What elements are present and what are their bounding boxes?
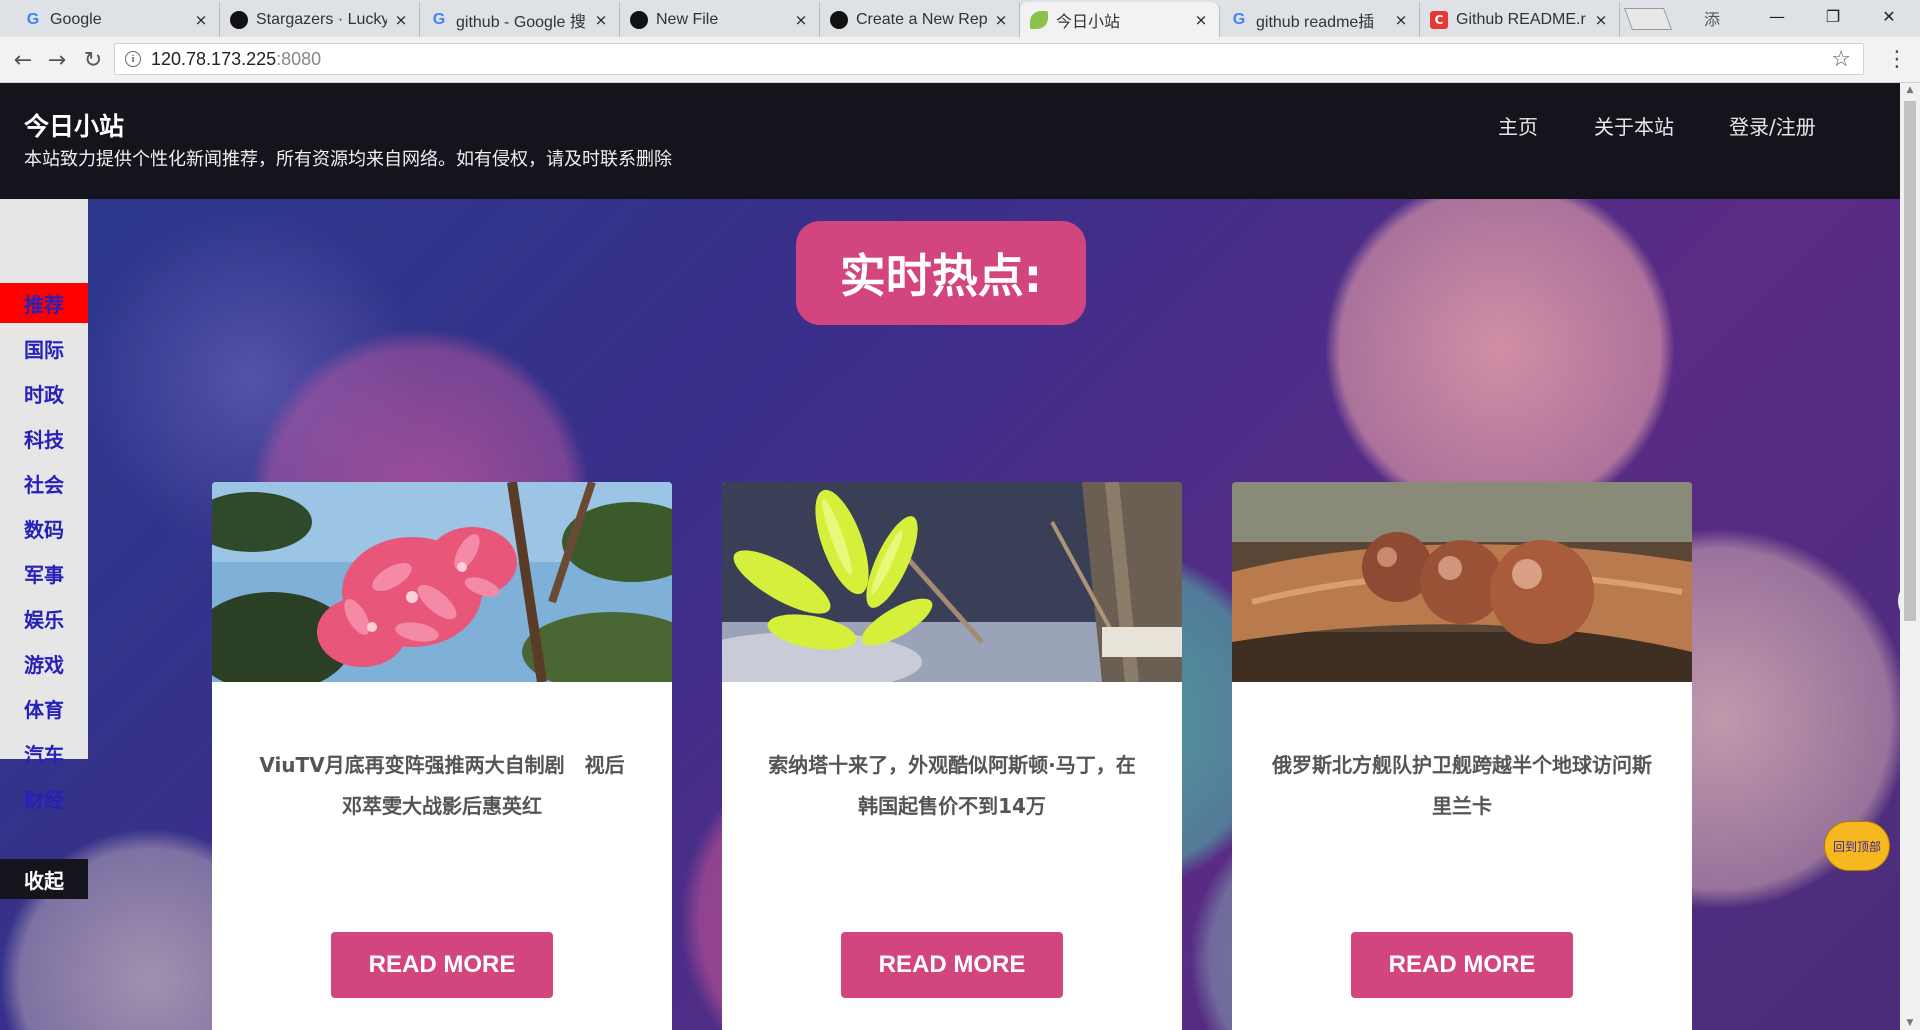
forward-arrow-icon[interactable]: → <box>42 45 72 75</box>
nav-login-link[interactable]: 登录/注册 <box>1729 111 1816 140</box>
news-card: ViuTV月底再变阵强推两大自制剧 视后邓萃雯大战影后惠英红 READ MORE <box>212 482 672 1030</box>
browser-tab[interactable]: G github readme插 × <box>1220 2 1420 37</box>
address-bar[interactable]: i 120.78.173.225 :8080 ☆ <box>114 43 1864 75</box>
pink-flower-photo[interactable] <box>212 482 672 682</box>
nav-about-link[interactable]: 关于本站 <box>1594 111 1674 140</box>
browser-tab[interactable]: Create a New Rep × <box>820 2 1020 37</box>
read-more-button[interactable]: READ MORE <box>841 932 1063 998</box>
news-card-title[interactable]: 索纳塔十来了，外观酷似阿斯顿·马丁，在韩国起售价不到14万 <box>762 745 1142 827</box>
browser-tab[interactable]: New File × <box>620 2 820 37</box>
address-host: 120.78.173.225 <box>151 48 277 69</box>
tab-title: 今日小站 <box>1056 13 1121 31</box>
read-more-button[interactable]: READ MORE <box>1351 932 1573 998</box>
category-item-entertainment[interactable]: 娱乐 <box>0 598 88 638</box>
scrollbar-thumb[interactable] <box>1904 101 1916 621</box>
tab-title: github - Google 搜 <box>456 13 586 31</box>
scroll-down-arrow-icon[interactable]: ▼ <box>1904 1018 1916 1028</box>
browser-toolbar: ← → ↻ i 120.78.173.225 :8080 ☆ ⋮ <box>0 37 1920 83</box>
category-item-finance[interactable]: 财经 <box>0 778 88 818</box>
browser-tab[interactable]: G github - Google 搜 × <box>420 2 620 37</box>
close-icon[interactable]: × <box>793 11 809 29</box>
browser-tab-bar: G Google × Stargazers · Lucky × G github… <box>0 0 1920 37</box>
csdn-icon: C <box>1430 10 1448 29</box>
browser-tab-active[interactable]: 今日小站 × <box>1020 2 1220 37</box>
tab-title: Google <box>50 10 102 28</box>
github-icon <box>630 10 648 29</box>
site-description: 本站致力提供个性化新闻推荐，所有资源均来自网络。如有侵权，请及时联系删除 <box>24 149 672 170</box>
news-card-title[interactable]: 俄罗斯北方舰队护卫舰跨越半个地球访问斯里兰卡 <box>1272 745 1652 827</box>
category-sidebar: 推荐 国际 时政 科技 社会 数码 军事 娱乐 游戏 体育 汽车 财经 <box>0 199 88 812</box>
site-header: 今日小站 本站致力提供个性化新闻推荐，所有资源均来自网络。如有侵权，请及时联系删… <box>0 83 1900 199</box>
close-icon[interactable]: × <box>193 11 209 29</box>
page-scrollbar[interactable]: ▲ ▼ <box>1900 83 1920 1030</box>
browser-tab[interactable]: G Google × <box>14 2 220 37</box>
close-icon[interactable]: × <box>993 11 1009 29</box>
maximize-icon[interactable]: ❐ <box>1808 0 1858 32</box>
google-icon: G <box>1232 10 1246 28</box>
category-item-politics[interactable]: 时政 <box>0 373 88 413</box>
hot-topics-heading: 实时热点: <box>796 221 1086 325</box>
google-icon: G <box>26 10 40 28</box>
close-icon[interactable]: × <box>393 11 409 29</box>
browser-tab[interactable]: C Github README.r × <box>1420 2 1620 37</box>
tab-title: github readme插 <box>1256 13 1375 31</box>
close-icon[interactable]: × <box>1193 11 1209 29</box>
close-icon[interactable]: × <box>593 11 609 29</box>
github-icon <box>230 10 248 29</box>
tab-title: New File <box>656 10 719 28</box>
address-port: :8080 <box>276 48 322 69</box>
category-item-games[interactable]: 游戏 <box>0 643 88 683</box>
close-icon[interactable]: × <box>1593 11 1609 29</box>
category-item-society[interactable]: 社会 <box>0 463 88 503</box>
page-viewport: 今日小站 本站致力提供个性化新闻推荐，所有资源均来自网络。如有侵权，请及时联系删… <box>0 83 1900 1030</box>
profile-button[interactable]: 添 <box>1704 6 1720 30</box>
tab-title: Github README.r <box>1456 10 1586 28</box>
category-item-auto[interactable]: 汽车 <box>0 733 88 773</box>
info-icon[interactable]: i <box>125 51 141 67</box>
news-card: 索纳塔十来了，外观酷似阿斯顿·马丁，在韩国起售价不到14万 READ MORE <box>722 482 1182 1030</box>
leaf-icon <box>1030 10 1048 29</box>
google-icon: G <box>432 10 446 28</box>
category-item-international[interactable]: 国际 <box>0 328 88 368</box>
site-title: 今日小站 <box>24 112 125 141</box>
close-window-icon[interactable]: ✕ <box>1864 0 1914 32</box>
news-card: 俄罗斯北方舰队护卫舰跨越半个地球访问斯里兰卡 READ MORE <box>1232 482 1692 1030</box>
category-item-sports[interactable]: 体育 <box>0 688 88 728</box>
category-item-military[interactable]: 军事 <box>0 553 88 593</box>
category-item-digital[interactable]: 数码 <box>0 508 88 548</box>
category-item-tech[interactable]: 科技 <box>0 418 88 458</box>
minimize-icon[interactable]: — <box>1752 0 1802 32</box>
reload-icon[interactable]: ↻ <box>78 45 108 75</box>
back-arrow-icon[interactable]: ← <box>8 45 38 75</box>
category-item-recommend[interactable]: 推荐 <box>0 283 88 323</box>
browser-tab[interactable]: Stargazers · Lucky × <box>220 2 420 37</box>
close-icon[interactable]: × <box>1393 11 1409 29</box>
news-card-title[interactable]: ViuTV月底再变阵强推两大自制剧 视后邓萃雯大战影后惠英红 <box>252 745 632 827</box>
hero-section: 实时热点: ViuTV月底再变阵强推两大自制剧 视后邓萃雯大战影后惠英红 REA… <box>0 199 1900 1030</box>
bookmark-star-icon[interactable]: ☆ <box>1831 47 1851 72</box>
brown-nuts-photo[interactable] <box>1232 482 1692 682</box>
sidebar-collapse-button[interactable]: 收起 <box>0 859 88 899</box>
nav-home-link[interactable]: 主页 <box>1498 111 1538 140</box>
tab-title: Create a New Rep <box>856 10 987 28</box>
new-tab-button[interactable] <box>1623 8 1673 30</box>
more-menu-icon[interactable]: ⋮ <box>1886 47 1908 72</box>
scroll-up-arrow-icon[interactable]: ▲ <box>1904 85 1916 95</box>
tab-title: Stargazers · Lucky <box>256 10 387 28</box>
read-more-button[interactable]: READ MORE <box>331 932 553 998</box>
green-leaves-photo[interactable] <box>722 482 1182 682</box>
back-to-top-button[interactable]: 回到顶部 <box>1824 821 1890 871</box>
github-icon <box>830 10 848 29</box>
